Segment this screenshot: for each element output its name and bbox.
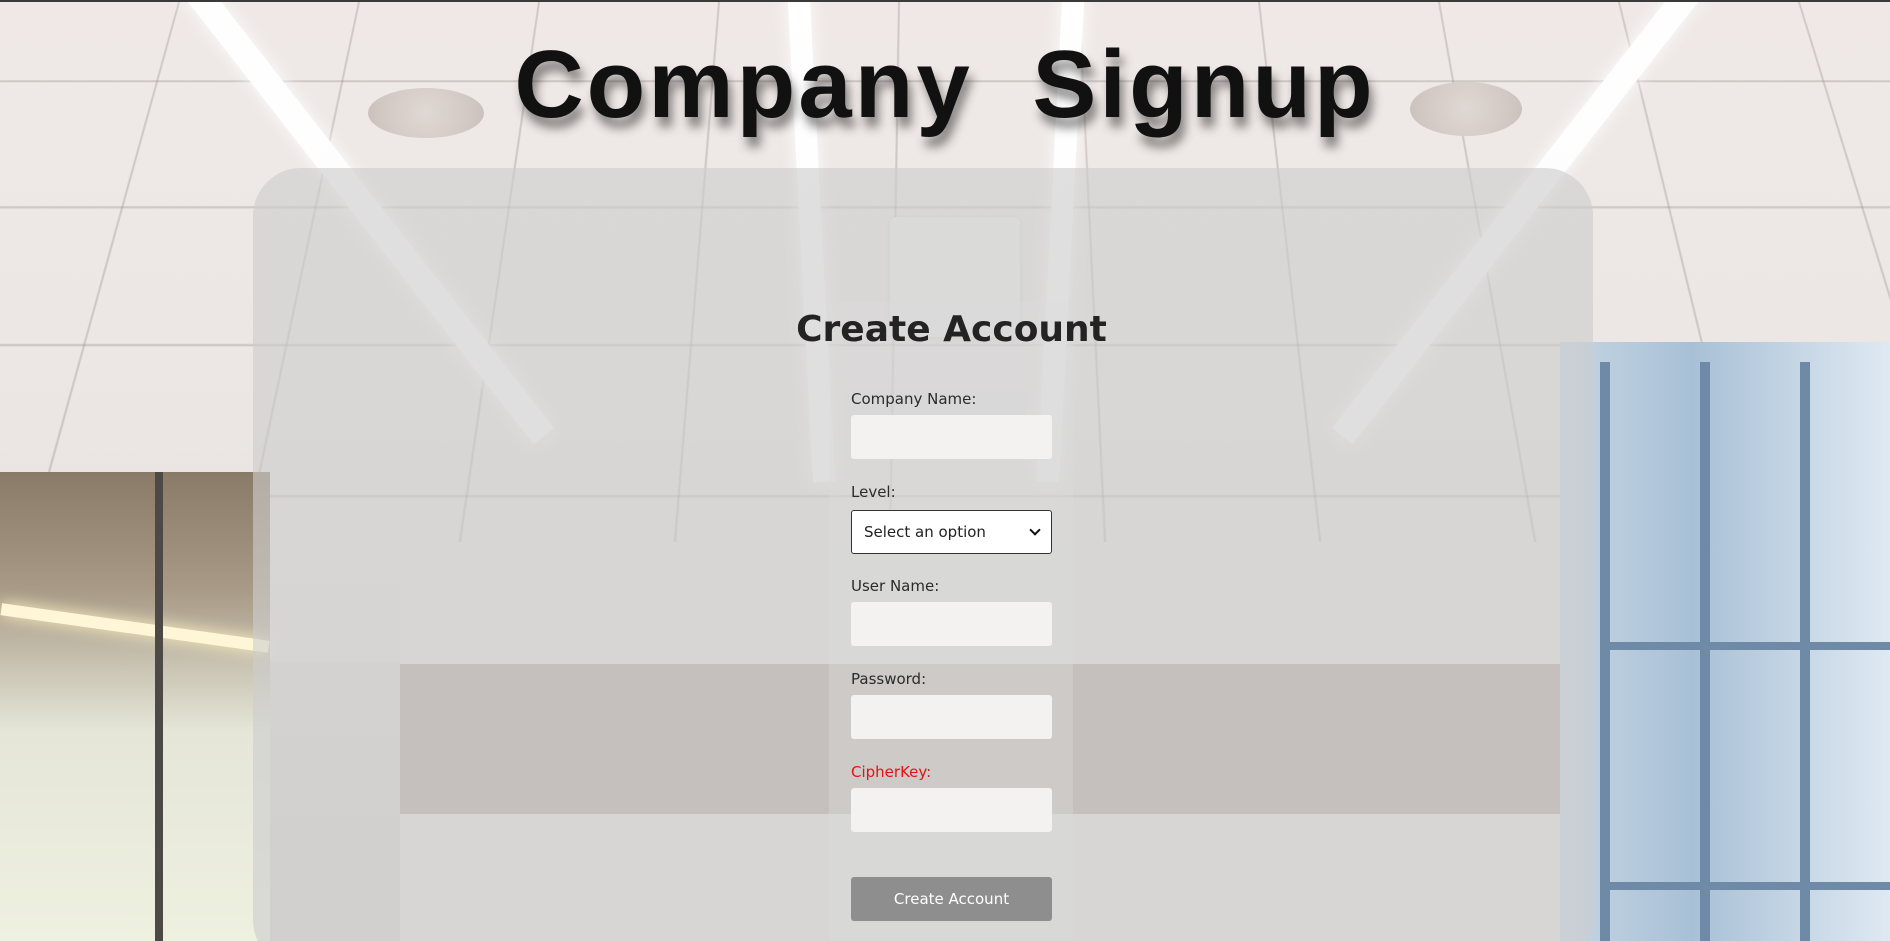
window-frame: [1600, 642, 1890, 650]
password-label: Password:: [851, 670, 927, 688]
create-account-button[interactable]: Create Account: [851, 877, 1052, 921]
cipher-key-label: CipherKey:: [851, 763, 932, 781]
level-label: Level:: [851, 483, 896, 501]
page-title: Company Signup: [514, 31, 1376, 138]
window-frame: [1600, 362, 1610, 941]
user-name-label: User Name:: [851, 577, 940, 595]
chevron-down-icon: [1029, 524, 1041, 536]
company-name-label: Company Name:: [851, 390, 977, 408]
cipher-key-input[interactable]: [851, 788, 1052, 832]
window-frame: [1600, 882, 1890, 890]
user-name-input[interactable]: [851, 602, 1052, 646]
password-input[interactable]: [851, 695, 1052, 739]
left-glass-wall: [0, 472, 270, 941]
window-frame: [1700, 362, 1710, 941]
level-select[interactable]: Select an option: [851, 510, 1052, 554]
window-frame: [1800, 362, 1810, 941]
form-heading: Create Account: [796, 309, 1107, 350]
company-name-input[interactable]: [851, 415, 1052, 459]
level-selected-value: Select an option: [864, 523, 986, 541]
